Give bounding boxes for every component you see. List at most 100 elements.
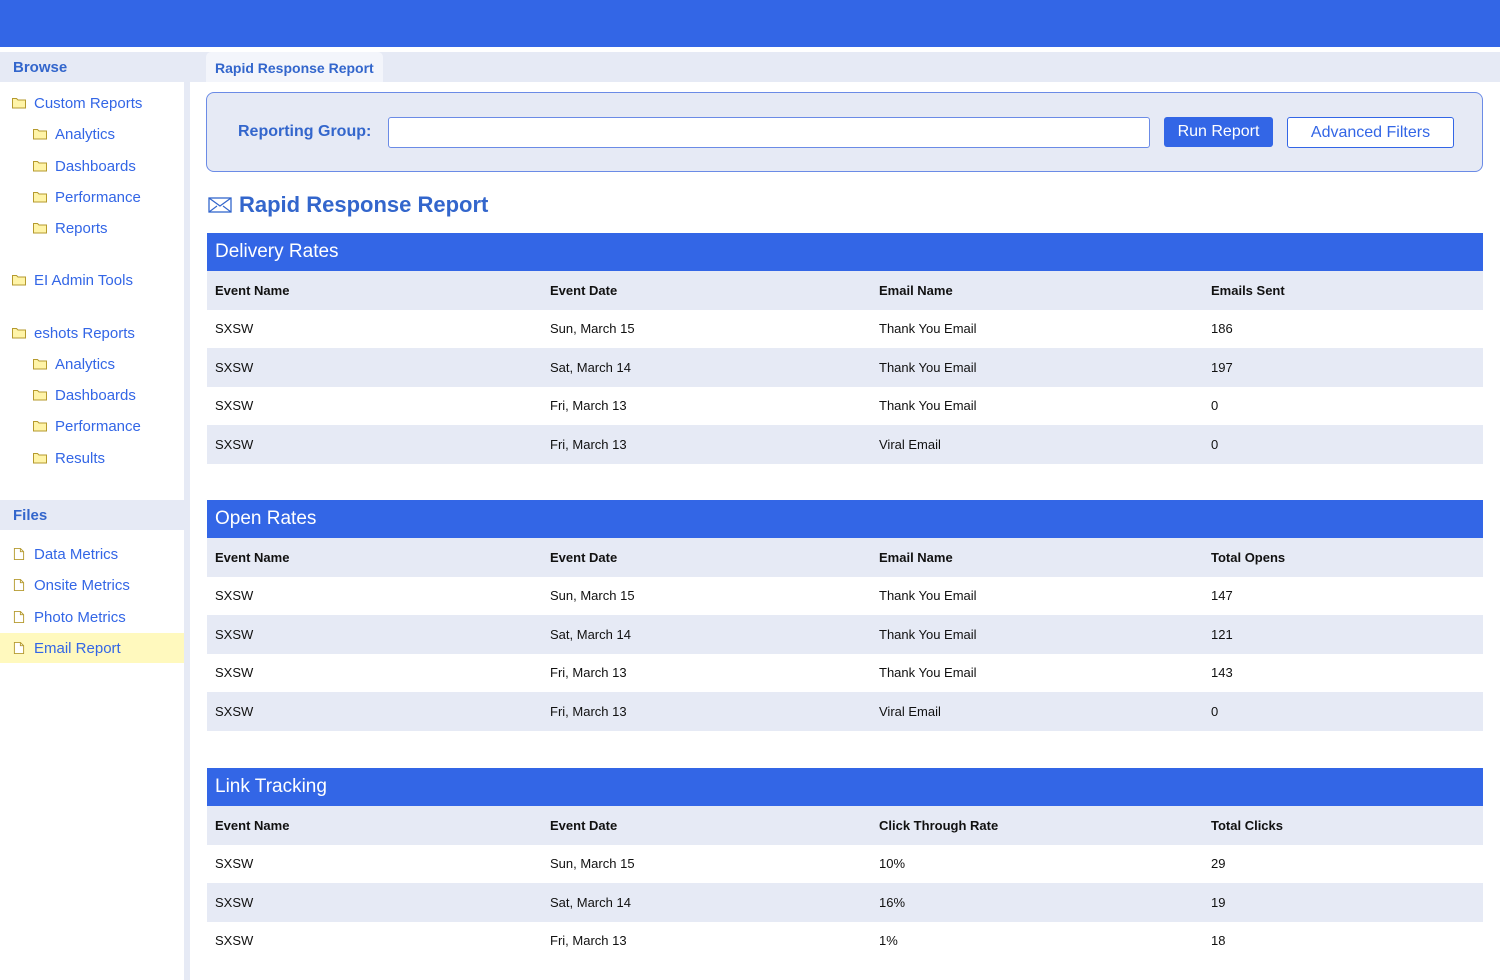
folder-icon	[33, 421, 47, 432]
column-header[interactable]: Email Name	[879, 550, 953, 565]
table-row: SXSW Fri, March 13 Thank You Email 143	[207, 654, 1483, 693]
table-cell: 0	[1211, 398, 1219, 414]
sidebar-item-label: Email Report	[34, 639, 121, 657]
tab-rapid-response-report[interactable]: Rapid Response Report	[206, 52, 383, 82]
sidebar-item-label: Photo Metrics	[34, 608, 126, 626]
column-header[interactable]: Email Name	[879, 283, 953, 298]
table-row: SXSW Sun, March 15 Thank You Email 186	[207, 310, 1483, 349]
table-cell: Fri, March 13	[550, 933, 627, 949]
sidebar-item-label: Onsite Metrics	[34, 576, 130, 594]
table-header-row: Event Name Event Date Email Name Total O…	[207, 538, 1483, 577]
column-header[interactable]: Click Through Rate	[879, 818, 998, 833]
table-row: SXSW Sat, March 14 16% 19	[207, 883, 1483, 922]
sidebar-item-analytics[interactable]: Analytics	[33, 119, 115, 149]
table-row: SXSW Sun, March 15 Thank You Email 147	[207, 577, 1483, 616]
sidebar-item-label: Data Metrics	[34, 545, 119, 563]
file-icon	[13, 611, 25, 623]
sidebar-item-photo-metrics[interactable]: Photo Metrics	[12, 602, 126, 632]
sidebar-item-dashboards[interactable]: Dashboards	[33, 151, 136, 181]
table-cell: SXSW	[215, 398, 254, 414]
table-cell: SXSW	[215, 436, 254, 452]
sidebar-item-custom-reports[interactable]: Custom Reports	[12, 88, 142, 118]
table-cell: 29	[1211, 856, 1226, 872]
advanced-filters-button[interactable]: Advanced Filters	[1287, 117, 1454, 148]
tab-strip: Rapid Response Report	[190, 52, 1500, 82]
table-cell: SXSW	[215, 894, 254, 910]
table-cell: Fri, March 13	[550, 665, 627, 681]
sidebar-item-results[interactable]: Results	[33, 443, 105, 473]
file-icon	[13, 642, 25, 654]
sidebar-item-eshots-reports[interactable]: eshots Reports	[12, 318, 135, 348]
sidebar-item-performance[interactable]: Performance	[33, 411, 141, 441]
column-header[interactable]: Total Clicks	[1211, 818, 1283, 833]
table-cell: 0	[1211, 703, 1219, 719]
table-cell: SXSW	[215, 626, 254, 642]
table-cell: Sat, March 14	[550, 894, 631, 910]
table-row: SXSW Fri, March 13 Viral Email 0	[207, 692, 1483, 731]
table-cell: 197	[1211, 359, 1233, 375]
sidebar-item-label: Custom Reports	[34, 94, 143, 112]
column-header[interactable]: Total Opens	[1211, 550, 1285, 565]
column-header[interactable]: Event Date	[550, 550, 617, 565]
reporting-group-input[interactable]	[388, 117, 1150, 148]
column-header[interactable]: Event Name	[215, 550, 289, 565]
filter-panel: Reporting Group: Run Report Advanced Fil…	[206, 92, 1483, 172]
table-cell: 19	[1211, 894, 1226, 910]
sidebar-item-data-metrics[interactable]: Data Metrics	[12, 539, 118, 569]
table-cell: 186	[1211, 321, 1233, 337]
sidebar-item-label: Dashboards	[55, 157, 136, 175]
run-report-button[interactable]: Run Report	[1164, 117, 1273, 147]
table-cell: 1%	[879, 933, 898, 949]
table-cell: 121	[1211, 626, 1233, 642]
table-cell: Thank You Email	[879, 359, 977, 375]
column-header[interactable]: Event Name	[215, 283, 289, 298]
sidebar-item-performance[interactable]: Performance	[33, 182, 141, 212]
sidebar-item-email-report[interactable]: Email Report	[0, 633, 184, 663]
sidebar-item-label: Analytics	[55, 355, 116, 373]
sidebar-item-label: Analytics	[55, 125, 116, 143]
table-cell: SXSW	[215, 703, 254, 719]
table-cell: Sat, March 14	[550, 359, 631, 375]
file-icon	[13, 579, 25, 591]
sidebar-item-ei-admin-tools[interactable]: EI Admin Tools	[12, 265, 133, 295]
column-header[interactable]: Event Date	[550, 818, 617, 833]
column-header[interactable]: Event Date	[550, 283, 617, 298]
sidebar-item-label: Dashboards	[55, 386, 136, 404]
table-cell: Thank You Email	[879, 665, 977, 681]
table-row: SXSW Fri, March 13 1% 18	[207, 922, 1483, 961]
folder-icon	[12, 328, 26, 339]
open-rates-section: Open Rates Event Name Event Date Email N…	[207, 500, 1483, 731]
table-cell: SXSW	[215, 588, 254, 604]
envelope-icon	[208, 197, 232, 213]
main-content: Rapid Response Report Reporting Group: R…	[190, 52, 1500, 980]
sidebar-item-reports[interactable]: Reports	[33, 213, 108, 243]
file-icon	[13, 548, 25, 560]
table-cell: SXSW	[215, 665, 254, 681]
sidebar-item-label: Performance	[55, 417, 141, 435]
table-cell: Viral Email	[879, 703, 941, 719]
table-cell: Thank You Email	[879, 398, 977, 414]
table-cell: 18	[1211, 933, 1226, 949]
browse-header: Browse	[0, 52, 184, 82]
column-header[interactable]: Emails Sent	[1211, 283, 1285, 298]
table-cell: Fri, March 13	[550, 398, 627, 414]
sidebar-item-dashboards[interactable]: Dashboards	[33, 380, 136, 410]
folder-icon	[33, 192, 47, 203]
reporting-group-label: Reporting Group:	[238, 123, 372, 140]
table-cell: Fri, March 13	[550, 436, 627, 452]
section-title: Open Rates	[207, 500, 1483, 538]
top-header-bar	[0, 0, 1500, 47]
report-title: Rapid Response Report	[208, 192, 488, 218]
sidebar-item-analytics[interactable]: Analytics	[33, 349, 115, 379]
link-tracking-section: Link Tracking Event Name Event Date Clic…	[207, 768, 1483, 960]
column-header[interactable]: Event Name	[215, 818, 289, 833]
sidebar-item-onsite-metrics[interactable]: Onsite Metrics	[12, 570, 130, 600]
table-header-row: Event Name Event Date Click Through Rate…	[207, 806, 1483, 845]
table-row: SXSW Sun, March 15 10% 29	[207, 845, 1483, 884]
folder-icon	[33, 129, 47, 140]
table-cell: 147	[1211, 588, 1233, 604]
table-cell: SXSW	[215, 933, 254, 949]
sidebar-item-label: Performance	[55, 188, 141, 206]
table-cell: Thank You Email	[879, 321, 977, 337]
folder-icon	[33, 161, 47, 172]
